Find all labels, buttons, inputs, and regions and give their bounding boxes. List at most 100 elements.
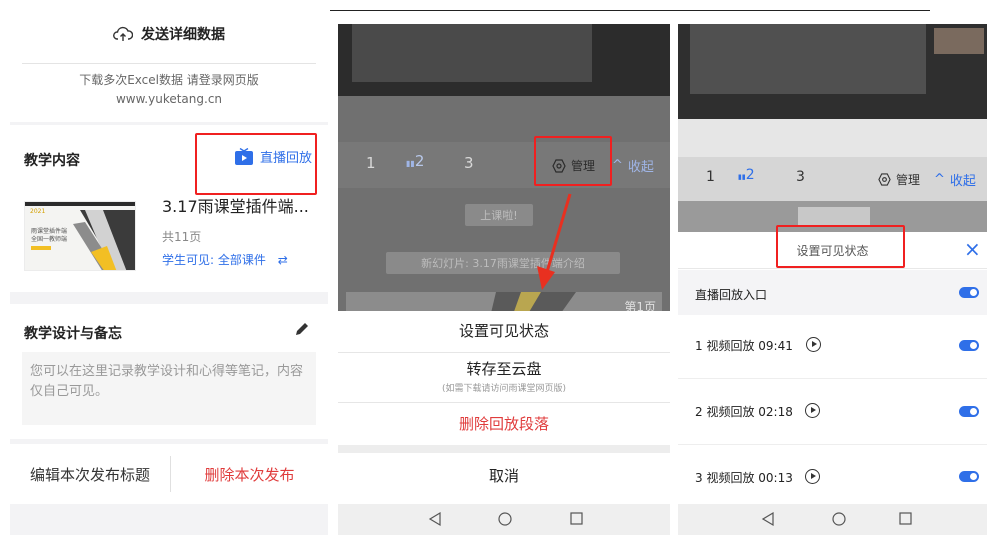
row-label: 2 视频回放 02:18 [695, 405, 793, 419]
video-area [338, 24, 670, 96]
nav-back-icon[interactable] [424, 506, 448, 533]
play-icon[interactable] [805, 469, 820, 484]
visibility-toggle[interactable] [959, 406, 979, 417]
visibility-row: 3 视频回放 00:13 [678, 445, 987, 504]
new-slide-pill: 新幻灯片: 3.17雨课堂插件端介绍 [386, 252, 620, 274]
send-data-button[interactable]: 发送详细数据 [10, 24, 328, 44]
visibility-row: 1 视频回放 09:41 [678, 315, 987, 377]
row-label: 1 视频回放 09:41 [695, 339, 793, 353]
highlight-box-title [776, 225, 905, 268]
highlight-box-manage [534, 136, 612, 186]
segment-tab-bar: 1 ▮▮2 3 管理 ^ 收起 [678, 157, 987, 201]
save-cloud-label: 转存至云盘 [466, 360, 542, 378]
website-link[interactable]: www.yuketang.cn [10, 90, 328, 109]
drawer-handle [798, 207, 870, 227]
delete-publish-button[interactable]: 删除本次发布 [171, 444, 328, 504]
note-textarea[interactable]: 您可以在这里记录教学设计和心得等笔记，内容仅自己可见。 [22, 352, 316, 425]
row-label: 直播回放入口 [695, 288, 768, 302]
cancel-option[interactable]: 取消 [338, 465, 670, 495]
segment-tab-2[interactable]: ▮▮2 [406, 152, 424, 170]
visibility-toggle[interactable] [959, 471, 979, 482]
divider [22, 63, 316, 64]
visibility-row: 2 视频回放 02:18 [678, 379, 987, 443]
row-label: 3 视频回放 00:13 [695, 471, 793, 485]
teaching-content-card: 教学内容 直播回放 2021 雨课堂插件端 全国一教师端 3.17雨课堂插件端.… [10, 125, 328, 292]
teaching-design-card: 教学设计与备忘 您可以在这里记录教学设计和心得等笔记，内容仅自己可见。 [10, 304, 328, 439]
segment-tab-2-label: 2 [745, 167, 755, 183]
collapse-button[interactable]: ^ 收起 [934, 170, 976, 189]
play-icon[interactable] [806, 337, 821, 352]
visibility-toggle[interactable] [959, 287, 979, 298]
pen-icon[interactable] [294, 321, 310, 341]
signal-icon: ▮▮ [406, 159, 415, 168]
segment-tab-2[interactable]: ▮▮2 [738, 167, 755, 183]
video-area [678, 24, 987, 119]
nav-home-icon[interactable] [493, 506, 517, 533]
sheet-gap [338, 445, 670, 453]
manage-button[interactable]: 管理 [878, 171, 920, 188]
nav-back-icon[interactable] [757, 506, 781, 533]
segment-tab-3[interactable]: 3 [796, 169, 805, 185]
panel-class-summary: 发送详细数据 下载多次Excel数据 请登录网页版 www.yuketang.c… [10, 12, 328, 535]
manage-label: 管理 [896, 173, 921, 187]
highlight-box-replay [195, 133, 317, 195]
video-frame [352, 24, 592, 82]
segment-tab-3[interactable]: 3 [464, 154, 474, 172]
swap-icon: ⇄ [277, 253, 288, 267]
divider [338, 402, 670, 403]
nav-home-icon[interactable] [827, 506, 851, 533]
panel-replay-options-sheet: 1 ▮▮2 3 管理 ^ 收起 上课啦! 新幻灯片: 3.17雨课堂插件端介绍 … [338, 24, 670, 535]
video-frame [690, 24, 926, 94]
thumb-year: 2021 [30, 208, 46, 215]
sheet-header: 设置可见状态 × [678, 225, 987, 269]
send-data-card: 发送详细数据 下载多次Excel数据 请登录网页版 www.yuketang.c… [10, 12, 328, 122]
publish-actions-bar: 编辑本次发布标题 删除本次发布 [10, 444, 328, 504]
course-thumbnail[interactable]: 2021 雨课堂插件端 全国一教师端 [24, 201, 136, 271]
segment-tab-2-label: 2 [414, 152, 425, 170]
gear-icon [878, 173, 891, 186]
save-cloud-option[interactable]: 转存至云盘 (如需下载请访问雨课堂网页版) [338, 358, 670, 402]
top-divider-line [330, 10, 930, 11]
teaching-design-title: 教学设计与备忘 [24, 326, 122, 342]
collapse-button[interactable]: ^ 收起 [612, 156, 654, 175]
course-visibility[interactable]: 学生可见: 全部课件 ⇄ [162, 251, 288, 268]
android-nav-bar [338, 504, 670, 535]
download-hint-text: 下载多次Excel数据 请登录网页版 [79, 73, 259, 87]
signal-icon: ▮▮ [738, 173, 746, 181]
chevron-up-icon: ^ [934, 172, 945, 187]
class-started-pill: 上课啦! [465, 204, 533, 226]
android-nav-bar [678, 504, 987, 535]
course-visibility-label: 学生可见: 全部课件 [162, 253, 266, 267]
thumb-bar [31, 246, 51, 250]
teaching-content-title: 教学内容 [24, 153, 80, 169]
visibility-toggle[interactable] [959, 340, 979, 351]
cloud-upload-icon [113, 26, 133, 42]
camera-thumbnail [934, 28, 984, 54]
collapse-label: 收起 [627, 160, 654, 175]
action-sheet: 设置可见状态 转存至云盘 (如需下载请访问雨课堂网页版) 删除回放段落 取消 [338, 311, 670, 504]
divider [338, 352, 670, 353]
nav-recents-icon[interactable] [564, 506, 588, 533]
play-icon[interactable] [805, 403, 820, 418]
collapse-label: 收起 [949, 174, 976, 189]
course-page-count: 共11页 [162, 230, 202, 244]
delete-segment-option[interactable]: 删除回放段落 [338, 413, 670, 443]
dimmed-content [678, 119, 987, 157]
screenshot-root: 发送详细数据 下载多次Excel数据 请登录网页版 www.yuketang.c… [0, 0, 987, 535]
visibility-row: 直播回放入口 [678, 270, 987, 315]
nav-recents-icon[interactable] [893, 506, 917, 533]
segment-tab-1[interactable]: 1 [366, 154, 376, 172]
panel-visibility-settings: 1 ▮▮2 3 管理 ^ 收起 设置可见状态 × 直播回放入口 1 视频回放 0… [678, 24, 987, 535]
set-visibility-option[interactable]: 设置可见状态 [338, 320, 670, 350]
download-hint: 下载多次Excel数据 请登录网页版 www.yuketang.cn [10, 71, 328, 109]
save-cloud-note: (如需下载请访问雨课堂网页版) [441, 384, 567, 394]
segment-tab-1[interactable]: 1 [706, 169, 715, 185]
send-data-label: 发送详细数据 [141, 27, 225, 43]
close-icon[interactable]: × [964, 237, 981, 261]
chevron-up-icon: ^ [612, 158, 623, 173]
course-name[interactable]: 3.17雨课堂插件端... [162, 193, 309, 217]
thumb-line2: 全国一教师端 [31, 236, 68, 243]
segment-tab-bar: 1 ▮▮2 3 管理 ^ 收起 [338, 136, 670, 188]
edit-title-button[interactable]: 编辑本次发布标题 [10, 444, 170, 504]
red-arrow [537, 193, 572, 290]
